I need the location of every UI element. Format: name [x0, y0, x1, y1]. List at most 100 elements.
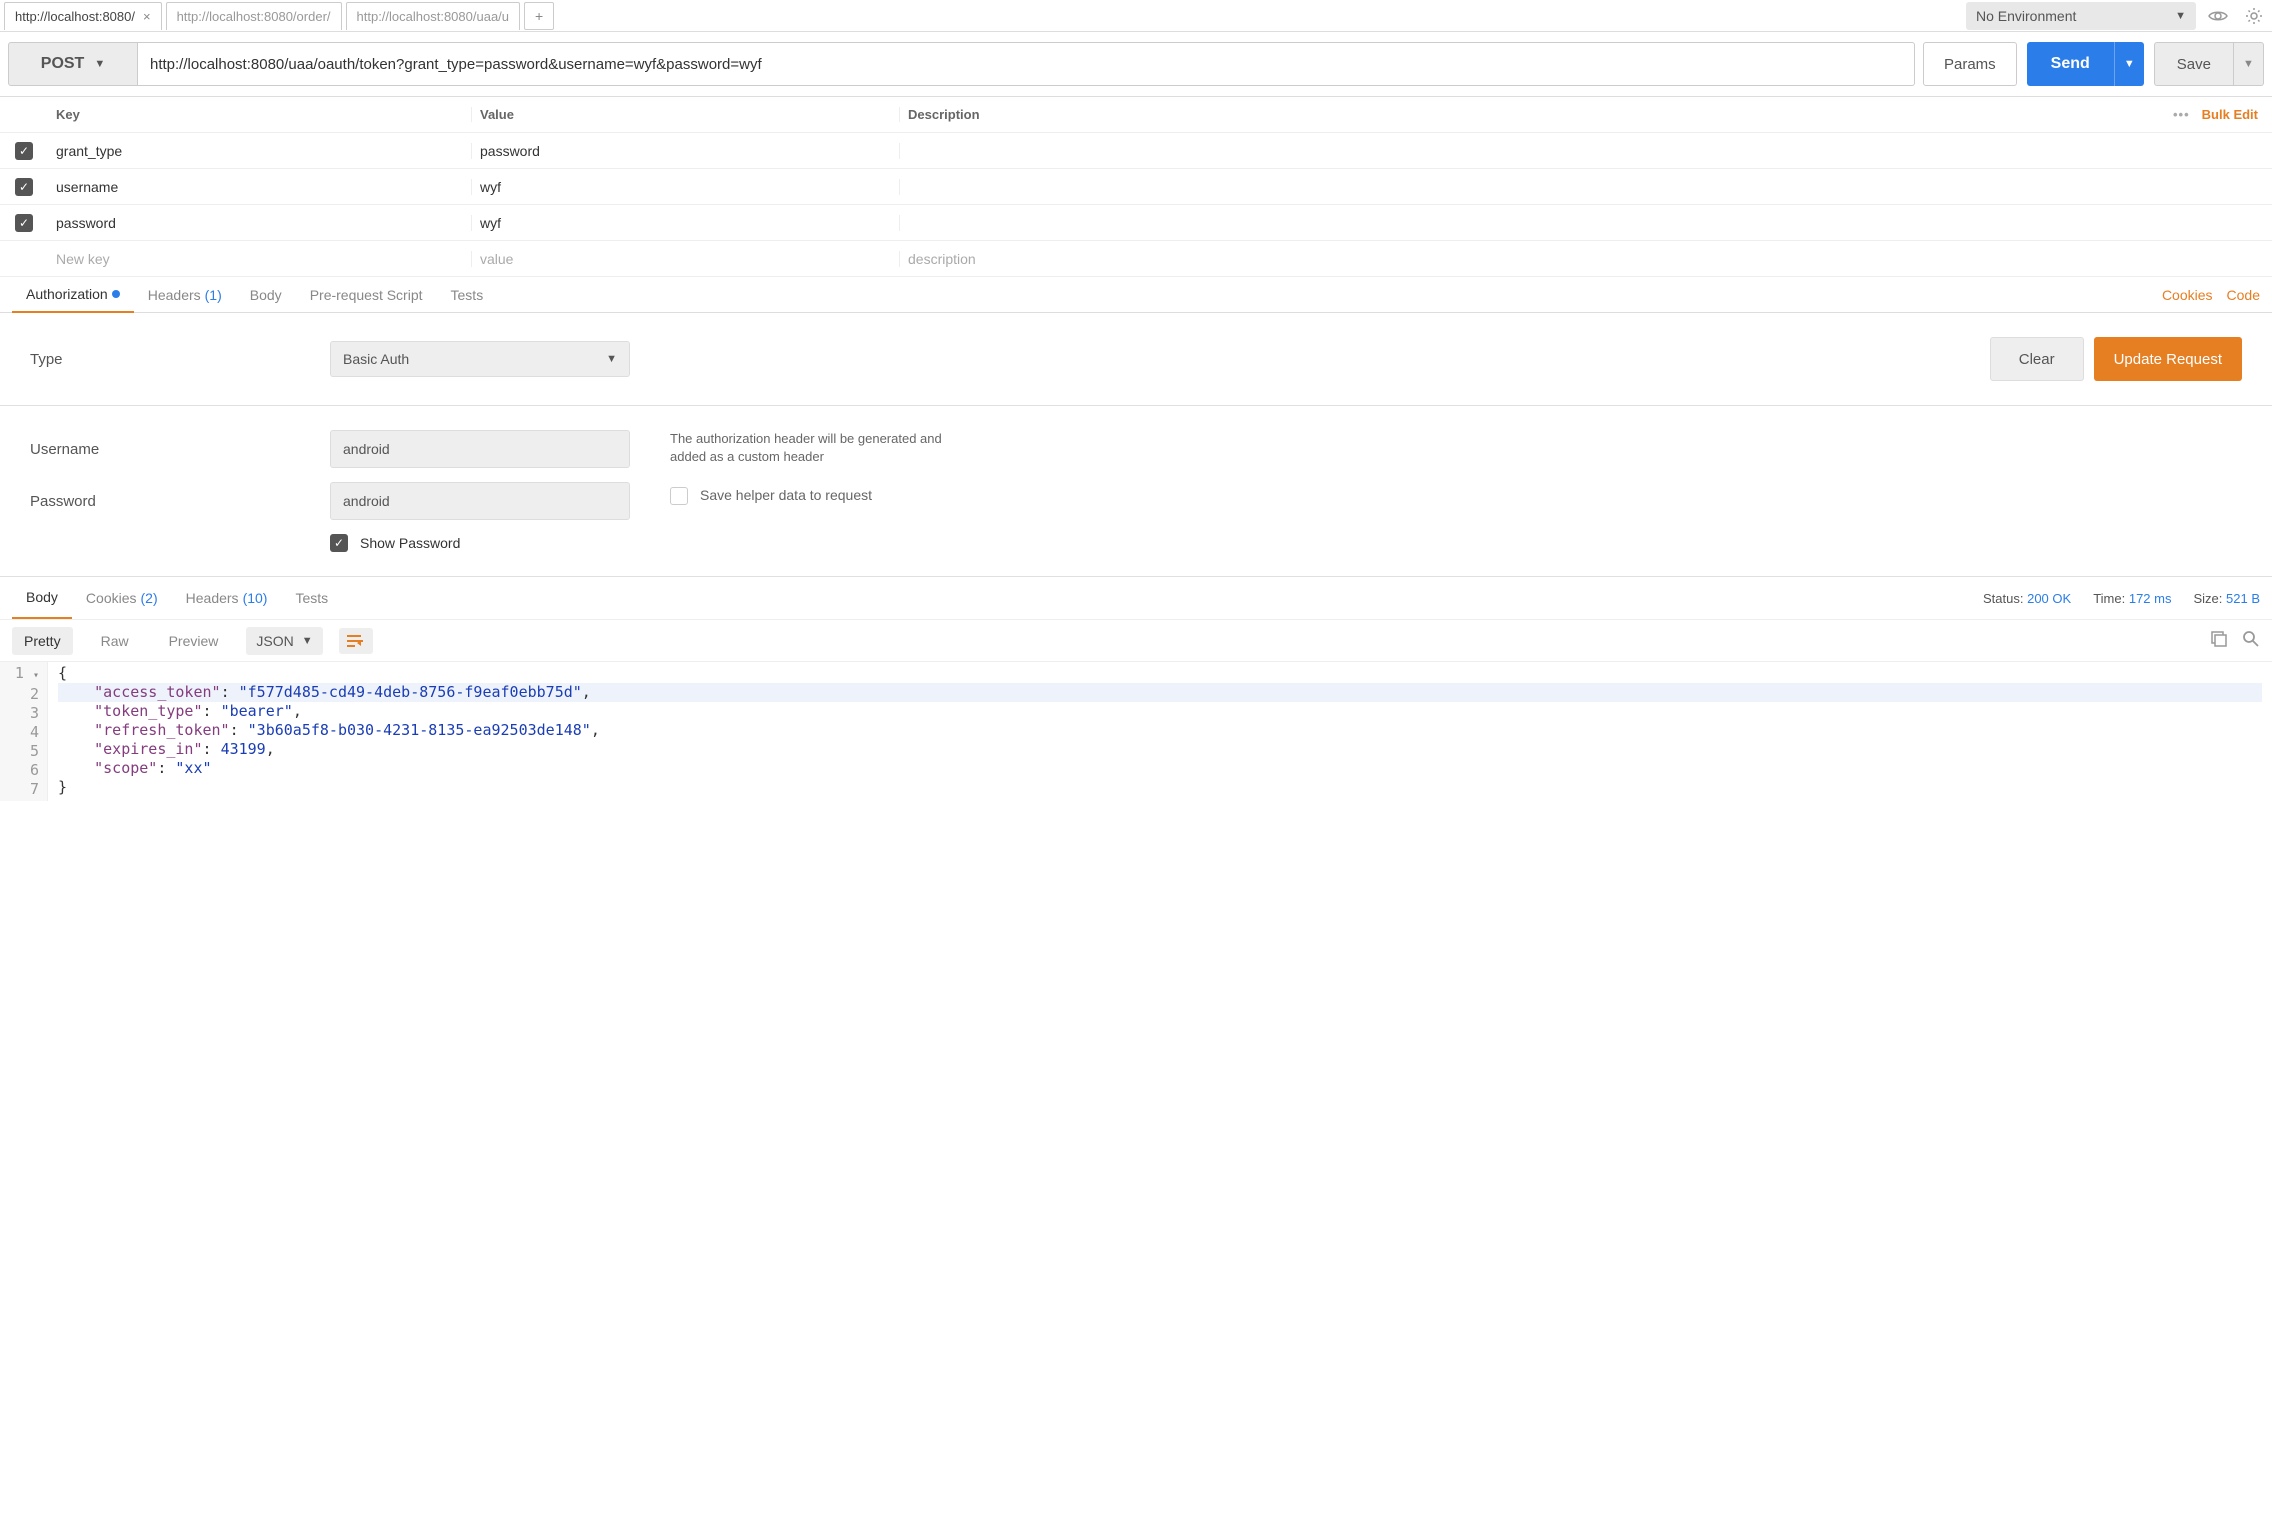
dot-indicator-icon — [112, 290, 120, 298]
checkbox-checked-icon[interactable]: ✓ — [15, 142, 33, 160]
resp-tab-cookies[interactable]: Cookies (2) — [72, 577, 172, 619]
param-value[interactable]: password — [472, 143, 900, 159]
auth-type-value: Basic Auth — [343, 351, 409, 367]
req-tabs-right: Cookies Code — [2162, 287, 2260, 303]
checkbox-checked-icon[interactable]: ✓ — [15, 178, 33, 196]
save-group: Save ▼ — [2154, 42, 2264, 86]
tab-headers[interactable]: Headers (1) — [134, 277, 236, 313]
username-input[interactable] — [330, 430, 630, 468]
tab-label: http://localhost:8080/uaa/u — [357, 9, 510, 24]
auth-type-label: Type — [30, 351, 330, 368]
tab-tests[interactable]: Tests — [437, 277, 498, 313]
tab-label: Cookies — [86, 590, 137, 606]
send-dropdown[interactable]: ▼ — [2114, 42, 2144, 86]
credentials-right: The authorization header will be generat… — [670, 430, 970, 552]
tab-0[interactable]: http://localhost:8080/ × — [4, 2, 162, 30]
tab-1[interactable]: http://localhost:8080/order/ — [166, 2, 342, 30]
update-request-button[interactable]: Update Request — [2094, 337, 2242, 381]
param-value[interactable]: wyf — [472, 179, 900, 195]
time-meta: Time: 172 ms — [2093, 591, 2171, 606]
url-input[interactable] — [138, 42, 1915, 86]
search-icon[interactable] — [2242, 630, 2260, 651]
param-key[interactable]: username — [48, 179, 472, 195]
response-view-bar: Pretty Raw Preview JSON ▼ — [0, 619, 2272, 661]
view-bar-right — [2210, 630, 2260, 651]
tab-count: (10) — [243, 590, 268, 606]
param-key-new[interactable]: New key — [48, 251, 472, 267]
add-tab-button[interactable]: + — [524, 2, 554, 30]
tabs-row: http://localhost:8080/ × http://localhos… — [4, 2, 1966, 30]
tab-2[interactable]: http://localhost:8080/uaa/u — [346, 2, 521, 30]
username-row: Username — [30, 430, 630, 468]
table-row-new[interactable]: New key value description — [0, 241, 2272, 277]
format-label: JSON — [256, 633, 293, 649]
eye-icon[interactable] — [2204, 2, 2232, 30]
save-helper-row: Save helper data to request — [670, 486, 970, 506]
chevron-down-icon: ▼ — [2124, 58, 2135, 70]
chevron-down-icon: ▼ — [2243, 58, 2254, 70]
tab-label: Headers — [186, 590, 239, 606]
table-row[interactable]: ✓ grant_type password — [0, 133, 2272, 169]
auth-actions: Clear Update Request — [1990, 337, 2242, 381]
code-link[interactable]: Code — [2227, 287, 2260, 303]
param-key[interactable]: password — [48, 215, 472, 231]
send-group: Send ▼ — [2027, 42, 2144, 86]
resp-tab-headers[interactable]: Headers (10) — [172, 577, 282, 619]
chevron-down-icon: ▼ — [94, 58, 105, 70]
checkbox-checked-icon[interactable]: ✓ — [330, 534, 348, 552]
tab-authorization[interactable]: Authorization — [12, 277, 134, 313]
wrap-toggle[interactable] — [339, 628, 373, 654]
param-key[interactable]: grant_type — [48, 143, 472, 159]
tab-body[interactable]: Body — [236, 277, 296, 313]
resp-tab-body[interactable]: Body — [12, 577, 72, 619]
more-icon[interactable]: ••• — [2173, 107, 2190, 122]
credentials-left: Username Password ✓ Show Password — [30, 430, 630, 552]
response-code-area: 1 ▾ 234567 { "access_token": "f577d485-c… — [0, 661, 2272, 801]
param-desc-new[interactable]: description — [900, 251, 2272, 267]
cookies-link[interactable]: Cookies — [2162, 287, 2213, 303]
param-value[interactable]: wyf — [472, 215, 900, 231]
env-label: No Environment — [1976, 8, 2076, 24]
tab-count: (2) — [141, 590, 158, 606]
view-pretty[interactable]: Pretty — [12, 627, 73, 655]
bulk-edit-link[interactable]: Bulk Edit — [2202, 107, 2258, 122]
save-button[interactable]: Save — [2154, 42, 2234, 86]
top-bar: http://localhost:8080/ × http://localhos… — [0, 0, 2272, 32]
checkbox-unchecked-icon[interactable] — [670, 487, 688, 505]
password-input[interactable] — [330, 482, 630, 520]
show-password-label: Show Password — [360, 535, 460, 551]
save-dropdown[interactable]: ▼ — [2234, 42, 2264, 86]
auth-type-select[interactable]: Basic Auth ▼ — [330, 341, 630, 377]
status-meta: Status: 200 OK — [1983, 591, 2071, 606]
method-label: POST — [41, 55, 85, 73]
plus-icon: + — [535, 8, 543, 24]
gear-icon[interactable] — [2240, 2, 2268, 30]
param-value-new[interactable]: value — [472, 251, 900, 267]
format-select[interactable]: JSON ▼ — [246, 627, 322, 655]
close-icon[interactable]: × — [143, 9, 151, 24]
chevron-down-icon: ▼ — [2175, 10, 2186, 22]
params-button[interactable]: Params — [1923, 42, 2017, 86]
table-row[interactable]: ✓ password wyf — [0, 205, 2272, 241]
response-meta: Status: 200 OK Time: 172 ms Size: 521 B — [1983, 591, 2260, 606]
auth-type-section: Type Basic Auth ▼ Clear Update Request — [0, 313, 2272, 405]
credentials-section: Username Password ✓ Show Password The au… — [0, 406, 2272, 577]
copy-icon[interactable] — [2210, 630, 2228, 651]
clear-button[interactable]: Clear — [1990, 337, 2084, 381]
params-header-row: Key Value Description ••• Bulk Edit — [0, 97, 2272, 133]
resp-tab-tests[interactable]: Tests — [281, 577, 342, 619]
table-row[interactable]: ✓ username wyf — [0, 169, 2272, 205]
send-button[interactable]: Send — [2027, 42, 2114, 86]
line-gutter: 1 ▾ 234567 — [0, 662, 48, 801]
checkbox-checked-icon[interactable]: ✓ — [15, 214, 33, 232]
tab-label: http://localhost:8080/ — [15, 9, 135, 24]
environment-select[interactable]: No Environment ▼ — [1966, 2, 2196, 30]
request-bar: POST ▼ Params Send ▼ Save ▼ — [0, 32, 2272, 96]
view-raw[interactable]: Raw — [89, 627, 141, 655]
env-group: No Environment ▼ — [1966, 2, 2268, 30]
tab-prerequest[interactable]: Pre-request Script — [296, 277, 437, 313]
response-code[interactable]: { "access_token": "f577d485-cd49-4deb-87… — [48, 662, 2272, 801]
view-preview[interactable]: Preview — [157, 627, 231, 655]
auth-helper-text: The authorization header will be generat… — [670, 430, 970, 466]
method-select[interactable]: POST ▼ — [8, 42, 138, 86]
